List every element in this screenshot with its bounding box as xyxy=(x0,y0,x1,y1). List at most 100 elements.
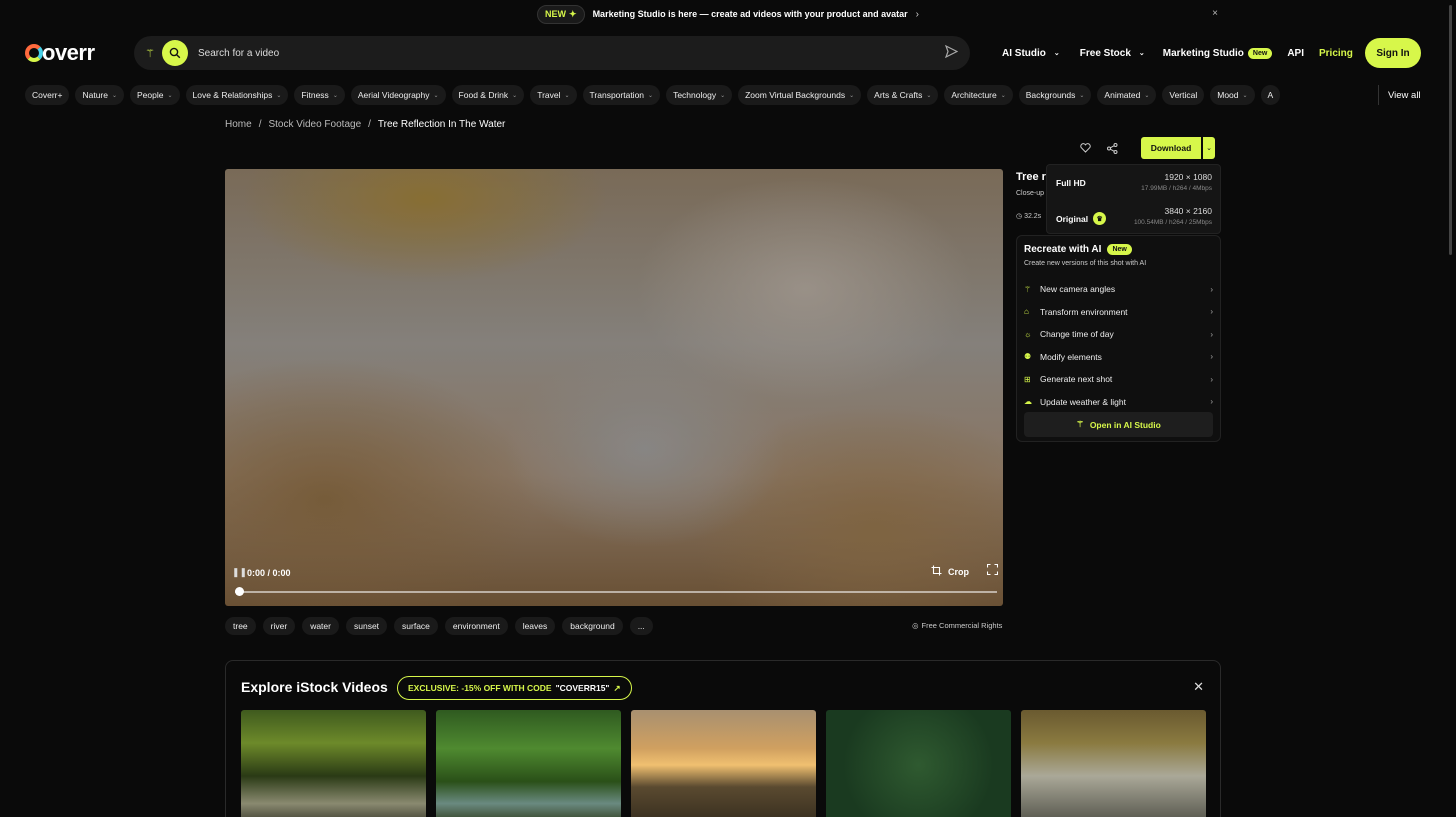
chevron-right-icon: › xyxy=(1210,307,1213,317)
nav-marketing-studio[interactable]: Marketing Studio New xyxy=(1162,47,1273,59)
category-chip[interactable]: Animated ⌄ xyxy=(1097,85,1157,105)
category-label: Travel xyxy=(537,90,561,100)
breadcrumb: Home / Stock Video Footage / Tree Reflecti… xyxy=(225,119,505,130)
istock-thumbnail[interactable] xyxy=(826,710,1011,817)
tag-chip[interactable]: river xyxy=(262,617,296,635)
open-ai-studio-button[interactable]: ⚚ Open in AI Studio xyxy=(1024,412,1213,437)
category-chip[interactable]: Coverr+ xyxy=(25,85,70,105)
video-actions: Download ⌄ xyxy=(1074,137,1215,159)
tag-chip[interactable]: leaves xyxy=(514,617,556,635)
category-chip[interactable]: Food & Drink ⌄ xyxy=(451,85,525,105)
download-option-original[interactable]: Original ♛ 3840 × 2160 100.54MB / h264 / … xyxy=(1056,203,1212,233)
logo[interactable]: overr xyxy=(25,40,95,66)
nav-marketing-studio-label: Marketing Studio xyxy=(1162,47,1244,59)
chevron-down-icon: ⌄ xyxy=(167,92,173,99)
search-bar[interactable]: ⚚ Search for a video xyxy=(134,36,970,70)
share-icon[interactable] xyxy=(1101,137,1123,159)
logo-mark-icon xyxy=(25,44,43,62)
category-chip[interactable]: People ⌄ xyxy=(130,85,180,105)
download-button[interactable]: Download xyxy=(1141,137,1201,159)
istock-thumbnail[interactable] xyxy=(436,710,621,817)
chevron-right-icon[interactable]: › xyxy=(916,9,919,20)
tag-chip[interactable]: water xyxy=(302,617,339,635)
category-chip[interactable]: Arts & Crafts ⌄ xyxy=(867,85,939,105)
chevron-down-icon: ⌄ xyxy=(276,92,282,99)
tag-chip[interactable]: surface xyxy=(394,617,438,635)
category-chip[interactable]: Love & Relationships ⌄ xyxy=(185,85,289,105)
rights-label: Free Commercial Rights xyxy=(921,621,1003,630)
recreate-options: ⚚ New camera angles › ⌂ Transform environmen… xyxy=(1024,278,1213,413)
send-icon[interactable] xyxy=(944,44,959,61)
category-chip[interactable]: Nature ⌄ xyxy=(75,85,125,105)
chevron-down-icon: ⌄ xyxy=(1079,92,1085,99)
search-icon[interactable] xyxy=(162,40,188,66)
crop-icon xyxy=(931,565,942,578)
category-label: Arts & Crafts xyxy=(874,90,923,100)
recreate-option[interactable]: ⌂ Transform environment › xyxy=(1024,301,1213,324)
tag-chip[interactable]: background xyxy=(562,617,623,635)
tag-chip[interactable]: ... xyxy=(629,617,653,635)
recreate-option[interactable]: ⊞ Generate next shot › xyxy=(1024,368,1213,391)
promo-code-button[interactable]: EXCLUSIVE: -15% OFF WITH CODE "COVERR15" ↗ xyxy=(397,676,632,700)
nav-ai-studio-label: AI Studio xyxy=(1002,47,1046,59)
download-dropdown: Full HD 1920 × 1080 17.99MB / h264 / 4Mb… xyxy=(1046,164,1221,234)
heart-icon[interactable] xyxy=(1074,137,1096,159)
breadcrumb-section[interactable]: Stock Video Footage xyxy=(268,119,361,130)
category-chip[interactable]: Mood ⌄ xyxy=(1210,85,1255,105)
category-bar: Coverr+ Nature ⌄ People ⌄ Love & Relationship… xyxy=(25,85,1370,105)
category-chip[interactable]: Backgrounds ⌄ xyxy=(1018,85,1092,105)
close-icon[interactable]: ✕ xyxy=(1193,679,1204,695)
breadcrumb-home[interactable]: Home xyxy=(225,119,252,130)
nav-free-stock[interactable]: Free Stock ⌄ xyxy=(1080,48,1145,59)
tag-chip[interactable]: environment xyxy=(444,617,508,635)
scrollbar[interactable] xyxy=(1449,5,1452,255)
announcement-text[interactable]: Marketing Studio is here — create ad vid… xyxy=(593,9,908,19)
recreate-option[interactable]: ⚚ New camera angles › xyxy=(1024,278,1213,301)
magic-wand-icon[interactable]: ⚚ xyxy=(142,47,158,60)
category-label: Aerial Videography xyxy=(357,90,430,100)
category-chip[interactable]: Aerial Videography ⌄ xyxy=(350,85,446,105)
video-player[interactable]: ❚❚ 0:00 / 0:00 Crop xyxy=(225,169,1003,606)
istock-thumbnail[interactable] xyxy=(631,710,816,817)
recreate-option[interactable]: ☼ Change time of day › xyxy=(1024,323,1213,346)
category-chip[interactable]: Transportation ⌄ xyxy=(582,85,661,105)
pause-icon[interactable]: ❚❚ xyxy=(232,567,247,578)
category-chip[interactable]: Technology ⌄ xyxy=(666,85,733,105)
progress-bar[interactable] xyxy=(235,587,997,596)
promo-code: "COVERR15" xyxy=(555,683,610,693)
scrubber-handle[interactable] xyxy=(235,587,244,596)
category-chip[interactable]: Architecture ⌄ xyxy=(944,85,1013,105)
category-chip[interactable]: Vertical xyxy=(1162,85,1205,105)
download-button-group: Download ⌄ xyxy=(1141,137,1215,159)
logo-text: overr xyxy=(42,40,95,65)
recreate-option[interactable]: ⚉ Modify elements › xyxy=(1024,346,1213,369)
fullscreen-icon[interactable] xyxy=(986,563,999,578)
category-chip[interactable]: Fitness ⌄ xyxy=(294,85,345,105)
istock-thumbnail[interactable] xyxy=(1021,710,1206,817)
category-chip[interactable]: A xyxy=(1260,85,1281,105)
istock-title: Explore iStock Videos xyxy=(241,679,388,695)
istock-thumbnail[interactable] xyxy=(241,710,426,817)
category-chip[interactable]: Travel ⌄ xyxy=(530,85,577,105)
close-icon[interactable]: × xyxy=(1212,8,1218,19)
recreate-title-text: Recreate with AI xyxy=(1024,244,1102,255)
tag-chip[interactable]: sunset xyxy=(345,617,388,635)
nav-pricing[interactable]: Pricing xyxy=(1319,48,1353,59)
category-label: People xyxy=(137,90,164,100)
recreate-option[interactable]: ☁ Update weather & light › xyxy=(1024,391,1213,414)
nav-api[interactable]: API xyxy=(1287,48,1304,59)
recreate-subtitle: Create new versions of this shot with AI xyxy=(1024,260,1147,267)
category-label: Vertical xyxy=(1169,90,1198,100)
crop-button[interactable]: Crop xyxy=(931,565,969,578)
category-chip[interactable]: Zoom Virtual Backgrounds ⌄ xyxy=(738,85,862,105)
search-input[interactable]: Search for a video xyxy=(198,48,945,59)
tag-chip[interactable]: tree xyxy=(225,617,256,635)
download-option-full-hd[interactable]: Full HD 1920 × 1080 17.99MB / h264 / 4Mb… xyxy=(1056,169,1212,199)
tag-list: tree river water sunset surface environment le… xyxy=(225,617,653,635)
view-all-link[interactable]: View all xyxy=(1378,85,1421,105)
chevron-down-icon: ⌄ xyxy=(512,92,518,99)
sign-in-button[interactable]: Sign In xyxy=(1365,38,1421,68)
nav-ai-studio[interactable]: AI Studio ⌄ xyxy=(1002,48,1060,59)
chevron-down-icon: ⌄ xyxy=(926,92,932,99)
chevron-down-icon[interactable]: ⌄ xyxy=(1203,137,1215,159)
